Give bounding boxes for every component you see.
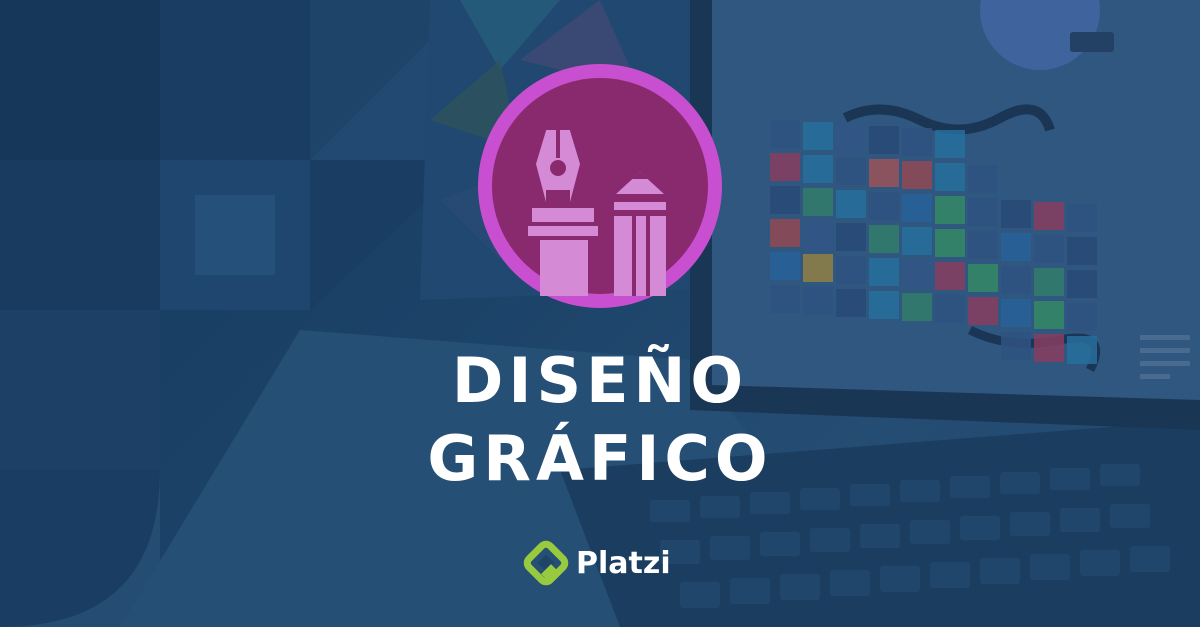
platzi-brand: Platzi — [522, 538, 692, 588]
course-badge — [478, 64, 722, 308]
platzi-logo-icon — [523, 540, 569, 586]
title-line-2: GRÁFICO — [427, 422, 773, 495]
hero-banner: DISEÑO GRÁFICO Platzi — [0, 0, 1200, 627]
platzi-wordmark: Platzi — [576, 545, 671, 581]
title-line-1: DISEÑO — [451, 344, 749, 417]
